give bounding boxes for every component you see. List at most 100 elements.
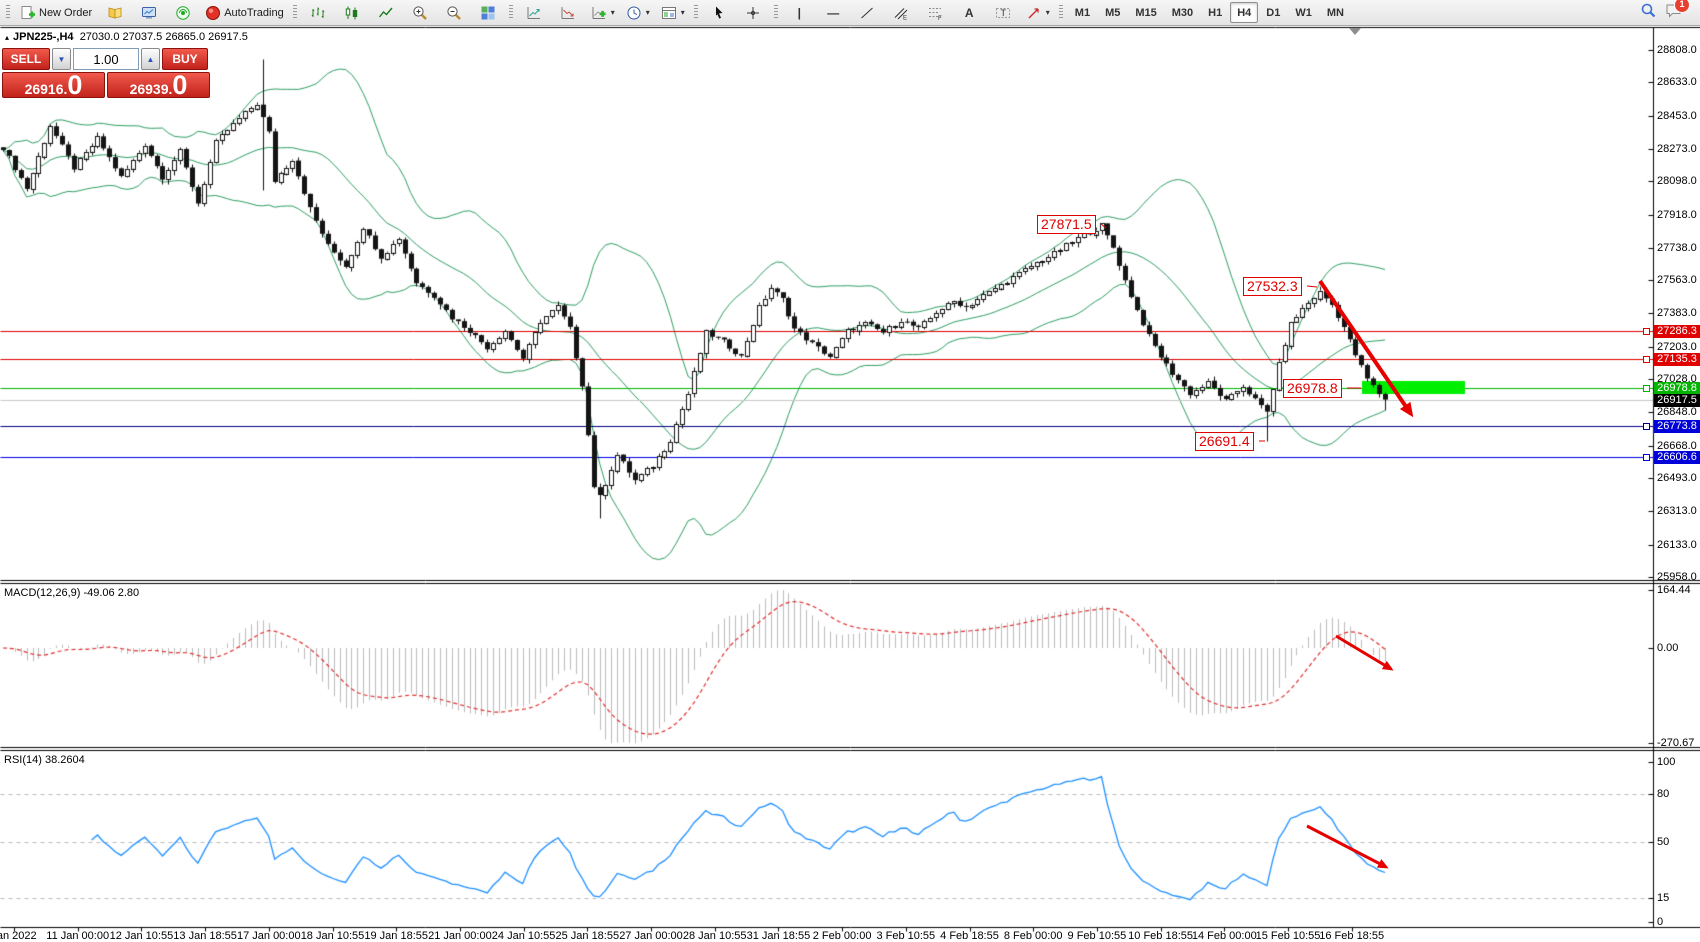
- sell-button[interactable]: SELL: [2, 48, 50, 70]
- one-click-collapse-icon[interactable]: ▴: [5, 33, 9, 42]
- price-line-handle[interactable]: [1643, 356, 1650, 363]
- template-icon: [661, 5, 677, 21]
- vertical-line-tool-button[interactable]: |: [783, 1, 816, 24]
- timeframe-W1[interactable]: W1: [1288, 2, 1319, 23]
- autotrading-button[interactable]: AutoTrading: [200, 1, 289, 24]
- price-line-tag[interactable]: 26773.8: [1654, 420, 1700, 433]
- buy-button[interactable]: BUY: [162, 48, 208, 70]
- chevron-down-icon: ▾: [646, 8, 650, 17]
- price-axis-label: 28098.0: [1657, 175, 1697, 187]
- trendline-icon: [859, 5, 875, 21]
- price-line-tag[interactable]: 26917.5: [1654, 394, 1700, 407]
- rsi-axis-label: 0: [1657, 916, 1663, 928]
- clock-icon: [626, 5, 642, 21]
- sell-price-pip: 0: [67, 75, 82, 96]
- rsi-axis-label: 100: [1657, 756, 1675, 768]
- price-line-handle[interactable]: [1643, 454, 1650, 461]
- timeframe-MN[interactable]: MN: [1320, 2, 1351, 23]
- market-watch-button[interactable]: [98, 1, 131, 24]
- cursor-tool-button[interactable]: [703, 1, 736, 24]
- rsi-axis-label: 50: [1657, 836, 1669, 848]
- price-line-tag[interactable]: 27135.3: [1654, 353, 1700, 366]
- buy-price-main: 26939: [130, 82, 169, 96]
- symbol-period: JPN225-,H4: [13, 31, 74, 43]
- price-line-handle[interactable]: [1643, 385, 1650, 392]
- crosshair-tool-button[interactable]: [737, 1, 770, 24]
- fibonacci-tool-button[interactable]: F: [919, 1, 952, 24]
- spin-down-icon: ▼: [58, 55, 66, 64]
- chart-canvas[interactable]: [0, 0, 1700, 942]
- price-axis-label: 27383.0: [1657, 307, 1697, 319]
- sell-price[interactable]: 26916.0: [2, 72, 105, 98]
- new-order-button[interactable]: New Order: [15, 1, 97, 24]
- svg-text:F: F: [938, 16, 942, 21]
- tile-windows-button[interactable]: [472, 1, 505, 24]
- timeframe-D1[interactable]: D1: [1259, 2, 1287, 23]
- volume-decrease-button[interactable]: ▼: [52, 48, 71, 70]
- add-indicator-icon: [591, 5, 607, 21]
- zoom-in-button[interactable]: [404, 1, 437, 24]
- chart-mark-icon: [560, 5, 576, 21]
- volume-value: 1.00: [93, 52, 118, 67]
- news-button[interactable]: [166, 1, 199, 24]
- timeframe-H1[interactable]: H1: [1201, 2, 1229, 23]
- timeframe-H4[interactable]: H4: [1230, 2, 1258, 23]
- price-line-tag[interactable]: 27286.3: [1654, 325, 1700, 338]
- buy-label: BUY: [172, 52, 197, 66]
- terminal-button[interactable]: [132, 1, 165, 24]
- terminal-icon: [141, 5, 157, 21]
- autotrading-label: AutoTrading: [224, 7, 284, 19]
- spin-up-icon: ▲: [147, 55, 155, 64]
- auto-arrange-button[interactable]: [518, 1, 551, 24]
- fibonacci-icon: F: [927, 5, 943, 21]
- price-line-tag[interactable]: 26606.6: [1654, 451, 1700, 464]
- line-chart-button[interactable]: [370, 1, 403, 24]
- toolbar-grip[interactable]: [6, 5, 10, 20]
- sell-label: SELL: [11, 52, 42, 66]
- text-tool-button[interactable]: A: [953, 1, 986, 24]
- price-annotation[interactable]: 27532.3: [1243, 277, 1302, 296]
- chart-scroll-marker[interactable]: [1349, 28, 1361, 35]
- price-line-handle[interactable]: [1643, 328, 1650, 335]
- chevron-down-icon: ▾: [611, 8, 615, 17]
- vertical-line-icon: |: [798, 6, 801, 20]
- zoom-out-button[interactable]: [438, 1, 471, 24]
- price-annotation[interactable]: 27871.5: [1037, 215, 1096, 234]
- toolbar-grip[interactable]: [293, 5, 297, 20]
- candlestick-chart-button[interactable]: [336, 1, 369, 24]
- template-button[interactable]: ▾: [656, 1, 690, 24]
- toolbar-grip[interactable]: [774, 5, 778, 20]
- one-click-trade-panel: SELL ▼ 1.00 ▲ BUY 26916.0 26939.0: [2, 48, 210, 98]
- period-button[interactable]: ▾: [621, 1, 655, 24]
- timeframe-M5[interactable]: M5: [1098, 2, 1127, 23]
- price-axis-label: 26313.0: [1657, 505, 1697, 517]
- trendline-tool-button[interactable]: [851, 1, 884, 24]
- search-button[interactable]: [1640, 2, 1657, 24]
- chart-shift-button[interactable]: [552, 1, 585, 24]
- price-annotation[interactable]: 26978.8: [1283, 379, 1342, 398]
- price-axis-label: 28453.0: [1657, 110, 1697, 122]
- toolbar-grip[interactable]: [509, 5, 513, 20]
- autotrading-icon: [205, 5, 221, 21]
- toolbar-grip[interactable]: [1059, 5, 1063, 20]
- price-line-handle[interactable]: [1643, 423, 1650, 430]
- price-axis-label: 27738.0: [1657, 242, 1697, 254]
- horizontal-line-tool-button[interactable]: —: [817, 1, 850, 24]
- buy-price[interactable]: 26939.0: [107, 72, 210, 98]
- toolbar-grip[interactable]: [694, 5, 698, 20]
- timeframe-M15[interactable]: M15: [1128, 2, 1163, 23]
- candlestick-icon: [344, 5, 360, 21]
- price-annotation[interactable]: 26691.4: [1195, 432, 1254, 451]
- timeframe-M30[interactable]: M30: [1165, 2, 1200, 23]
- channel-tool-button[interactable]: E: [885, 1, 918, 24]
- label-tool-button[interactable]: T: [987, 1, 1020, 24]
- add-indicator-button[interactable]: ▾: [586, 1, 620, 24]
- toolbar-right: 1: [1640, 2, 1697, 24]
- timeframe-M1[interactable]: M1: [1068, 2, 1097, 23]
- volume-input[interactable]: 1.00: [73, 48, 139, 70]
- volume-increase-button[interactable]: ▲: [141, 48, 160, 70]
- cursor-icon: [711, 5, 727, 21]
- bar-chart-button[interactable]: [302, 1, 335, 24]
- shapes-tool-button[interactable]: ▾: [1021, 1, 1055, 24]
- notifications-button[interactable]: 1: [1665, 2, 1683, 24]
